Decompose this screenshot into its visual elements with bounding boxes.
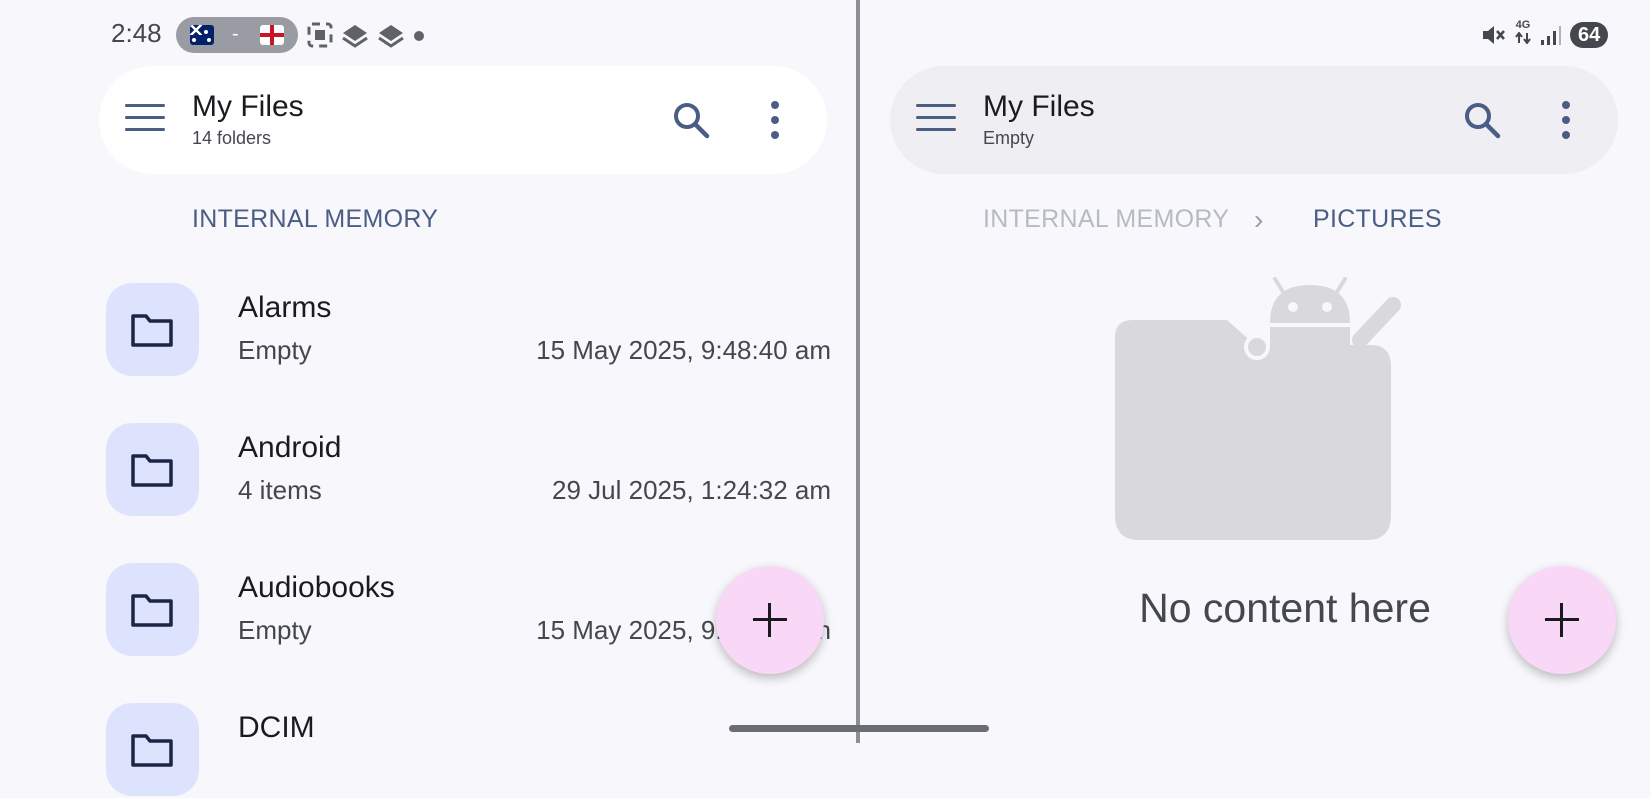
england-flag-icon (260, 25, 284, 45)
empty-folder-android-icon (1115, 277, 1401, 540)
folder-icon (131, 734, 173, 767)
folder-name: Alarms (238, 291, 332, 324)
breadcrumb-internal-memory[interactable]: INTERNAL MEMORY (192, 205, 438, 234)
breadcrumb-pictures[interactable]: PICTURES (1313, 205, 1442, 234)
australia-flag-icon (190, 25, 214, 45)
home-indicator[interactable] (729, 725, 989, 732)
folder-name: Android (238, 431, 342, 464)
data-transfer-icon (1515, 31, 1531, 45)
folder-count: 14 folders (192, 128, 272, 148)
folder-icon (131, 594, 173, 627)
add-button[interactable] (1508, 566, 1616, 674)
status-time: 2:48 (111, 18, 162, 48)
folder-tile (106, 703, 199, 796)
folder-icon (131, 314, 173, 347)
folder-item-count: Empty (238, 335, 312, 365)
folder-status: Empty (983, 128, 1035, 148)
folder-item-count: 4 items (238, 475, 322, 505)
page-title: My Files (983, 90, 1095, 123)
media-separator: - (232, 23, 239, 45)
stack-app-icon (378, 25, 404, 48)
list-item[interactable]: DCIM (106, 703, 831, 798)
more-vert-icon[interactable] (769, 101, 781, 139)
network-type: 4G (1514, 20, 1532, 49)
left-app-bar: My Files 14 folders (99, 66, 827, 174)
add-button[interactable] (716, 566, 824, 674)
page-title: My Files (192, 90, 304, 123)
folder-name: DCIM (238, 711, 315, 744)
stack-app-icon (342, 25, 368, 48)
folder-tile (106, 563, 199, 656)
folder-tile (106, 283, 199, 376)
search-icon[interactable] (1462, 100, 1502, 140)
folder-tile (106, 423, 199, 516)
folder-name: Audiobooks (238, 571, 395, 604)
folder-item-count: Empty (238, 615, 312, 645)
signal-icon (1541, 25, 1561, 45)
system-status-icons: 4G 64 (1480, 20, 1609, 49)
split-screen-divider[interactable] (856, 0, 860, 743)
empty-state-message: No content here (1139, 585, 1431, 631)
media-status-pill[interactable]: - (176, 17, 298, 53)
more-notifications-dot-icon (414, 31, 424, 41)
hamburger-menu-icon[interactable] (125, 104, 165, 134)
notification-icons (306, 20, 406, 50)
mute-icon (1483, 25, 1505, 44)
list-item[interactable]: Android 4 items 29 Jul 2025, 1:24:32 am (106, 423, 831, 518)
search-icon[interactable] (671, 100, 711, 140)
folder-date: 29 Jul 2025, 1:24:32 am (552, 475, 831, 505)
right-app-bar: My Files Empty (890, 66, 1618, 174)
folder-date: 15 May 2025, 9:48:40 am (536, 335, 831, 365)
battery-level: 64 (1570, 21, 1609, 48)
screenshot-icon (307, 22, 333, 48)
list-item[interactable]: Alarms Empty 15 May 2025, 9:48:40 am (106, 283, 831, 378)
folder-icon (131, 454, 173, 487)
breadcrumb-internal-memory[interactable]: INTERNAL MEMORY (983, 205, 1229, 234)
chevron-right-icon: › (1254, 204, 1264, 235)
more-vert-icon[interactable] (1560, 101, 1572, 139)
hamburger-menu-icon[interactable] (916, 104, 956, 134)
